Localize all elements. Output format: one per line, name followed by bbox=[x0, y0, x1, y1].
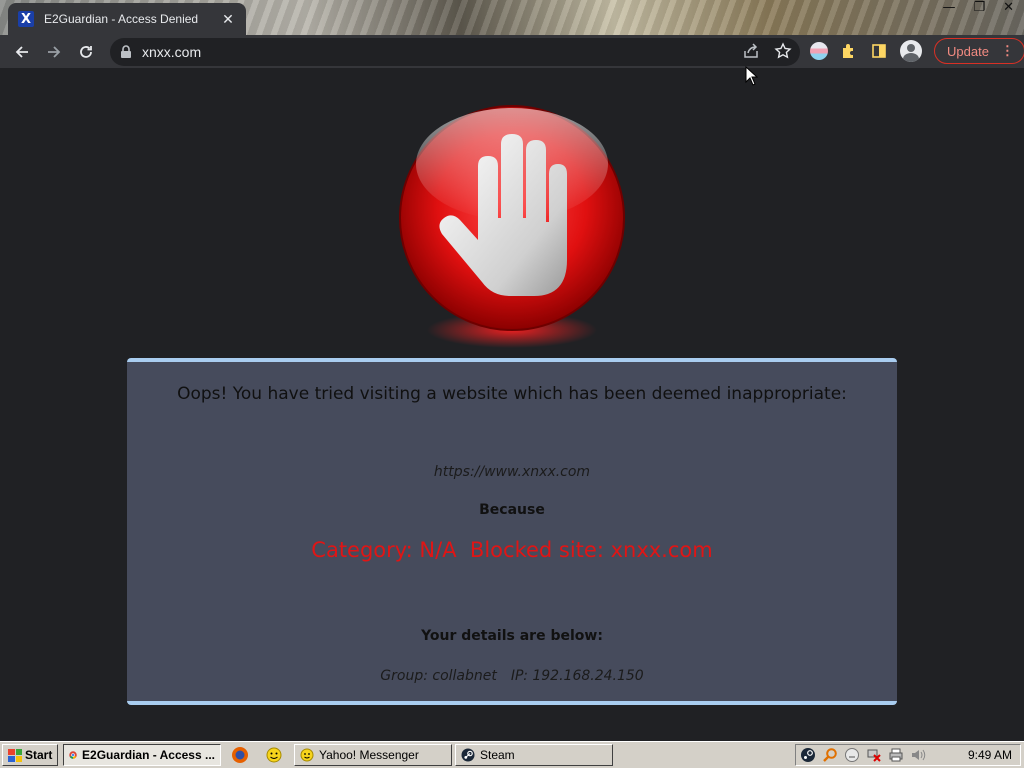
forward-arrow-icon bbox=[48, 45, 61, 58]
window-controls: — ❐ ✕ bbox=[942, 0, 1014, 15]
user-details: Group: collabnet IP: 192.168.24.150 bbox=[127, 668, 897, 684]
messenger-smiley-icon[interactable] bbox=[265, 746, 283, 764]
smiley-tray-icon[interactable] bbox=[844, 747, 860, 763]
e2guardian-favicon-icon: X bbox=[18, 11, 34, 27]
because-label: Because bbox=[479, 502, 545, 518]
volume-icon[interactable] bbox=[910, 747, 926, 763]
system-tray: 9:49 AM bbox=[795, 744, 1021, 766]
update-button[interactable]: Update ⋮ bbox=[934, 38, 1024, 64]
firefox-icon[interactable] bbox=[231, 746, 249, 764]
reload-icon bbox=[80, 45, 92, 58]
details-heading: Your details are below: bbox=[421, 628, 603, 644]
back-arrow-icon bbox=[15, 45, 28, 58]
close-window-icon[interactable]: ✕ bbox=[1003, 0, 1014, 15]
start-label: Start bbox=[25, 748, 53, 762]
block-reason: Category: N/A Blocked site: xnxx.com bbox=[311, 538, 713, 562]
task-yahoo-messenger[interactable]: Yahoo! Messenger bbox=[294, 744, 452, 766]
chrome-icon bbox=[69, 751, 77, 759]
bookmark-star-icon[interactable] bbox=[774, 42, 792, 60]
minimize-icon[interactable]: — bbox=[942, 0, 955, 15]
block-page: Oops! You have tried visiting a website … bbox=[0, 68, 1024, 741]
stop-hand-icon bbox=[399, 105, 625, 348]
update-label: Update bbox=[947, 43, 989, 59]
taskbar: Start E2Guardian - Access ... Yahoo! Mes… bbox=[0, 741, 1024, 768]
steam-tray-icon[interactable] bbox=[800, 747, 816, 763]
start-button[interactable]: Start bbox=[2, 744, 59, 766]
clock[interactable]: 9:49 AM bbox=[968, 748, 1012, 762]
task-chrome[interactable]: E2Guardian - Access ... bbox=[63, 744, 221, 766]
task-label: Steam bbox=[480, 748, 515, 762]
task-label: Yahoo! Messenger bbox=[319, 748, 419, 762]
group-text: Group: collabnet bbox=[380, 668, 497, 684]
browser-tab[interactable]: X E2Guardian - Access Denied ✕ bbox=[8, 3, 246, 35]
lock-icon bbox=[121, 45, 131, 58]
mouse-cursor-icon bbox=[745, 66, 758, 86]
steam-icon bbox=[461, 748, 475, 762]
ip-text: IP: 192.168.24.150 bbox=[510, 668, 644, 684]
tab-close-icon[interactable]: ✕ bbox=[220, 11, 236, 28]
tab-title: E2Guardian - Access Denied bbox=[44, 12, 199, 26]
menu-kebab-icon[interactable]: ⋮ bbox=[1001, 43, 1014, 59]
task-steam[interactable]: Steam bbox=[455, 744, 613, 766]
extensions-puzzle-icon[interactable] bbox=[840, 42, 858, 60]
back-button[interactable] bbox=[6, 38, 38, 66]
network-x-icon[interactable] bbox=[866, 747, 882, 763]
profile-avatar-icon[interactable] bbox=[900, 40, 922, 62]
yahoo-messenger-icon bbox=[300, 748, 314, 762]
share-icon[interactable] bbox=[742, 42, 760, 60]
printer-icon[interactable] bbox=[888, 747, 904, 763]
restore-icon[interactable]: ❐ bbox=[973, 0, 985, 15]
extension-flag-icon[interactable] bbox=[810, 42, 828, 60]
url-text: xnxx.com bbox=[142, 44, 202, 60]
side-panel-icon[interactable] bbox=[870, 42, 888, 60]
forward-button[interactable] bbox=[38, 38, 70, 66]
task-label: E2Guardian - Access ... bbox=[82, 748, 215, 762]
reload-button[interactable] bbox=[70, 38, 102, 66]
block-title: Oops! You have tried visiting a website … bbox=[177, 384, 847, 404]
block-message-panel: Oops! You have tried visiting a website … bbox=[127, 358, 897, 705]
search-tray-icon[interactable] bbox=[822, 747, 838, 763]
browser-tab-strip: X E2Guardian - Access Denied ✕ — ❐ ✕ bbox=[0, 0, 1024, 35]
address-bar[interactable]: xnxx.com bbox=[110, 38, 800, 66]
browser-toolbar: xnxx.com Update ⋮ bbox=[0, 35, 1024, 68]
blocked-url: https://www.xnxx.com bbox=[433, 464, 591, 480]
windows-logo-icon bbox=[8, 748, 22, 762]
